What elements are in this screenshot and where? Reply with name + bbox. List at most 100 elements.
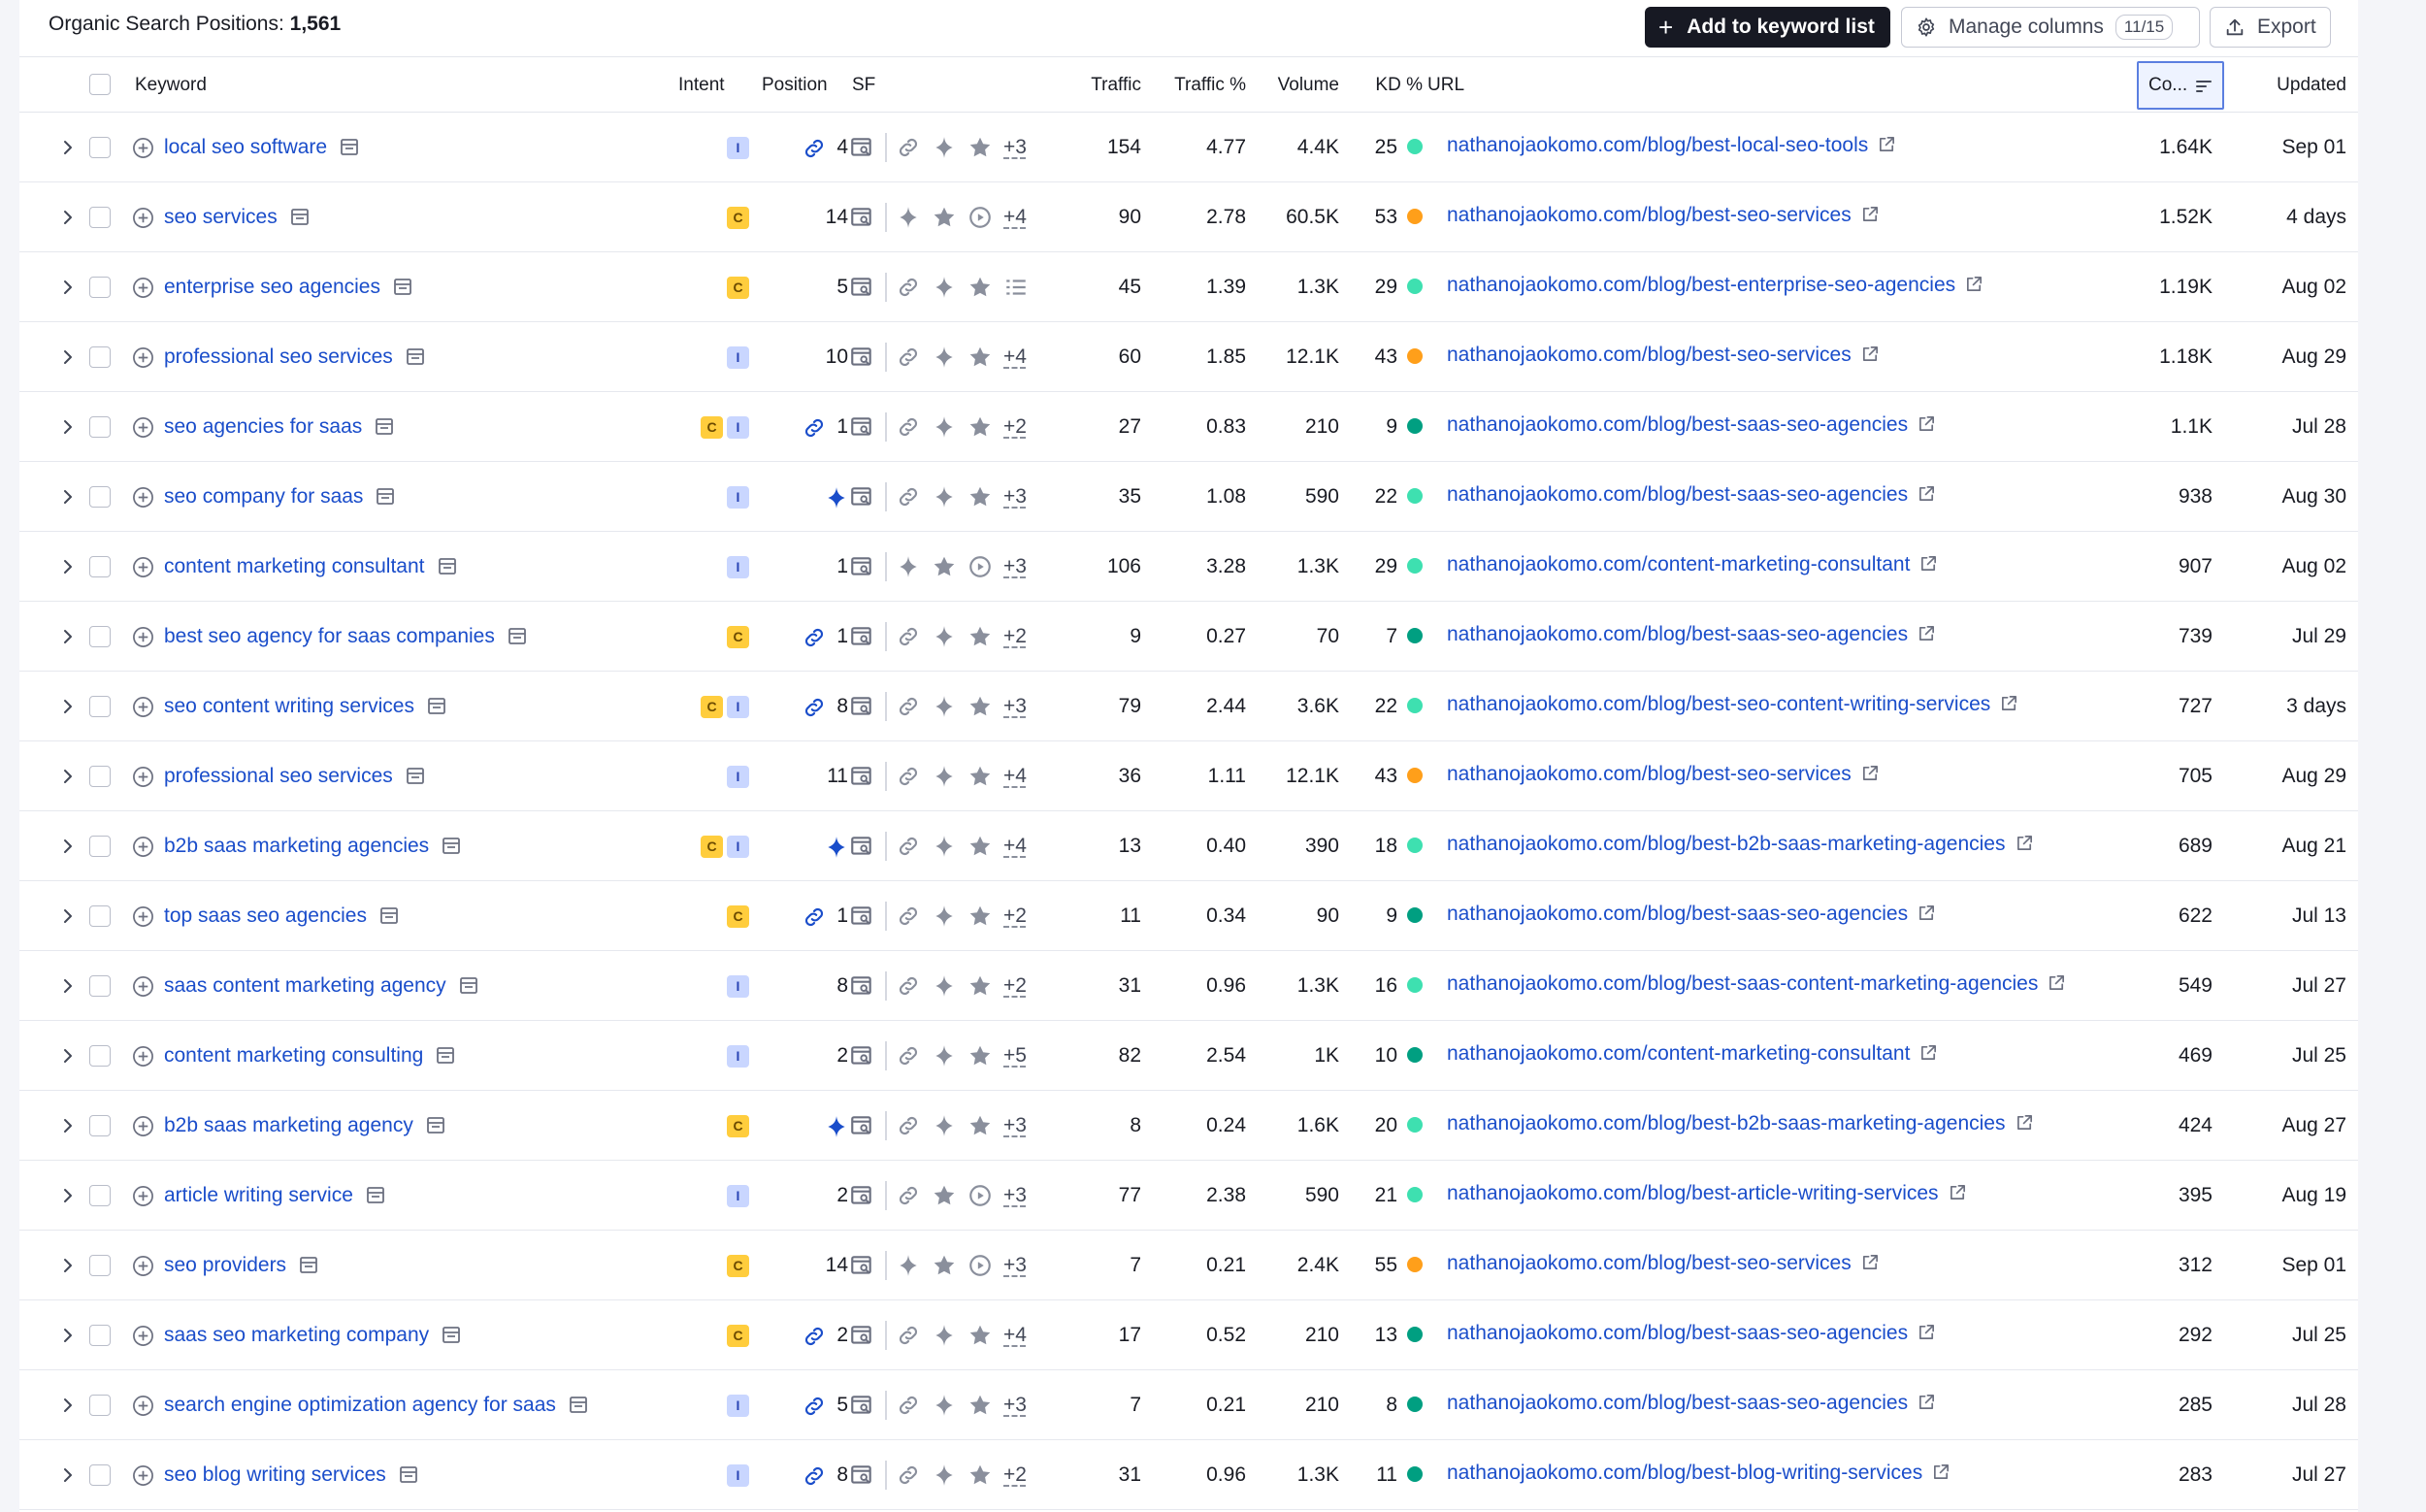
add-circle-icon[interactable] [132,1464,154,1487]
chevron-right-icon[interactable] [58,278,78,297]
chevron-right-icon[interactable] [58,487,78,507]
url-cell[interactable]: nathanojaokomo.com/blog/best-saas-seo-ag… [1447,1298,1936,1368]
sf-more-link[interactable]: +4 [1003,811,1027,881]
row-checkbox[interactable] [89,1185,111,1206]
url-link[interactable]: nathanojaokomo.com/blog/best-saas-seo-ag… [1447,483,1908,506]
sf-more-link[interactable]: +2 [1003,1440,1027,1510]
chevron-right-icon[interactable] [58,1396,78,1415]
table-row[interactable]: b2b saas marketing agencies C I +4 13 0.40 390… [19,811,2358,881]
col-volume[interactable]: Volume [1252,57,1339,114]
external-link-icon[interactable] [1861,205,1880,223]
col-intent[interactable]: Intent [678,57,725,114]
url-link[interactable]: nathanojaokomo.com/blog/best-saas-seo-ag… [1447,1322,1908,1344]
col-cost-sorted[interactable]: Co... [2137,61,2224,110]
keyword-link[interactable]: saas content marketing agency [164,974,446,997]
url-link[interactable]: nathanojaokomo.com/blog/best-seo-service… [1447,204,1852,226]
keyword-cell[interactable]: saas seo marketing company [164,1300,461,1370]
keyword-link[interactable]: enterprise seo agencies [164,276,380,298]
table-row[interactable]: seo company for saas I +3 35 1.08 590 22 nathan… [19,462,2358,532]
serp-preview-icon[interactable] [406,348,424,365]
chevron-right-icon[interactable] [58,837,78,856]
table-row[interactable]: seo providers C 14 +3 7 0.21 2.4K 55 nathanojaok… [19,1231,2358,1300]
row-checkbox[interactable] [89,1045,111,1067]
url-cell[interactable]: nathanojaokomo.com/blog/best-article-wri… [1447,1159,1967,1229]
chevron-right-icon[interactable] [58,347,78,367]
external-link-icon[interactable] [1861,345,1880,363]
url-link[interactable]: nathanojaokomo.com/blog/best-seo-service… [1447,1252,1852,1274]
add-circle-icon[interactable] [132,277,154,299]
url-cell[interactable]: nathanojaokomo.com/content-marketing-con… [1447,1019,1938,1089]
external-link-icon[interactable] [1918,1323,1936,1341]
keyword-cell[interactable]: seo company for saas [164,462,395,532]
serp-preview-icon[interactable] [380,907,398,924]
row-checkbox[interactable] [89,137,111,158]
row-checkbox[interactable] [89,1325,111,1346]
sf-more-link[interactable]: +3 [1003,672,1027,741]
keyword-cell[interactable]: seo providers [164,1231,317,1300]
external-link-icon[interactable] [1932,1463,1951,1481]
serp-preview-icon[interactable] [426,1117,444,1134]
col-updated[interactable]: Updated [2251,57,2346,114]
col-url[interactable]: URL [1427,57,1464,114]
add-to-keyword-list-button[interactable]: + Add to keyword list [1645,7,1890,48]
keyword-cell[interactable]: b2b saas marketing agency [164,1091,444,1161]
url-link[interactable]: nathanojaokomo.com/blog/best-saas-seo-ag… [1447,903,1908,925]
url-cell[interactable]: nathanojaokomo.com/blog/best-enterprise-… [1447,250,1983,320]
chevron-right-icon[interactable] [58,976,78,996]
url-link[interactable]: nathanojaokomo.com/blog/best-b2b-saas-ma… [1447,1112,2006,1134]
sf-more-link[interactable]: +4 [1003,182,1027,252]
add-circle-icon[interactable] [132,1115,154,1137]
chevron-right-icon[interactable] [58,1046,78,1066]
chevron-right-icon[interactable] [58,1186,78,1205]
keyword-link[interactable]: seo providers [164,1254,286,1276]
table-row[interactable]: seo blog writing services I 8 +2 31 0.96 1.3K 1… [19,1440,2358,1510]
keyword-cell[interactable]: content marketing consulting [164,1021,455,1091]
keyword-link[interactable]: seo content writing services [164,695,414,717]
external-link-icon[interactable] [1918,904,1936,922]
chevron-right-icon[interactable] [58,557,78,576]
sf-more-link[interactable]: +4 [1003,1300,1027,1370]
keyword-cell[interactable]: enterprise seo agencies [164,252,411,322]
row-checkbox[interactable] [89,1255,111,1276]
add-circle-icon[interactable] [132,696,154,718]
url-link[interactable]: nathanojaokomo.com/content-marketing-con… [1447,1042,1910,1065]
keyword-cell[interactable]: top saas seo agencies [164,881,398,951]
keyword-link[interactable]: seo blog writing services [164,1463,386,1486]
export-button[interactable]: Export [2210,7,2331,48]
external-link-icon[interactable] [2048,973,2066,992]
table-row[interactable]: top saas seo agencies C 1 +2 11 0.34 90 9 nathan… [19,881,2358,951]
url-cell[interactable]: nathanojaokomo.com/blog/best-saas-seo-ag… [1447,1368,1936,1438]
external-link-icon[interactable] [1861,764,1880,782]
url-link[interactable]: nathanojaokomo.com/blog/best-saas-conten… [1447,972,2038,995]
sf-more-link[interactable]: +3 [1003,113,1027,182]
serp-preview-icon[interactable] [341,139,358,155]
table-row[interactable]: seo services C 14 +4 90 2.78 60.5K 53 nathanojao… [19,182,2358,252]
external-link-icon[interactable] [1861,1253,1880,1271]
url-link[interactable]: nathanojaokomo.com/blog/best-local-seo-t… [1447,134,1868,156]
url-link[interactable]: nathanojaokomo.com/blog/best-enterprise-… [1447,274,1955,296]
url-link[interactable]: nathanojaokomo.com/blog/best-seo-service… [1447,344,1852,366]
keyword-link[interactable]: article writing service [164,1184,353,1206]
table-row[interactable]: seo agencies for saas C I 1 +2 27 0.83 210 9 nath… [19,392,2358,462]
add-circle-icon[interactable] [132,207,154,229]
add-circle-icon[interactable] [132,1325,154,1347]
sf-more-link[interactable]: +5 [1003,1021,1027,1091]
chevron-right-icon[interactable] [58,627,78,646]
table-row[interactable]: local seo software I 4 +3 154 4.77 4.4K 25 natha… [19,113,2358,182]
keyword-cell[interactable]: seo agencies for saas [164,392,394,462]
row-checkbox[interactable] [89,277,111,298]
table-row[interactable]: saas content marketing agency I 8 +2 31 0.96 1… [19,951,2358,1021]
sf-more-link[interactable]: +3 [1003,1091,1027,1161]
serp-preview-icon[interactable] [376,418,394,435]
serp-preview-icon[interactable] [399,1466,417,1483]
sf-more-link[interactable]: +3 [1003,1231,1027,1300]
table-row[interactable]: article writing service I 2 +3 77 2.38 590 21 na… [19,1161,2358,1231]
row-checkbox[interactable] [89,836,111,857]
url-cell[interactable]: nathanojaokomo.com/blog/best-local-seo-t… [1447,111,1896,181]
keyword-cell[interactable]: saas content marketing agency [164,951,477,1021]
url-cell[interactable]: nathanojaokomo.com/blog/best-saas-seo-ag… [1447,879,1936,949]
url-link[interactable]: nathanojaokomo.com/blog/best-article-wri… [1447,1182,1939,1204]
keyword-cell[interactable]: seo services [164,182,309,252]
add-circle-icon[interactable] [132,626,154,648]
col-keyword[interactable]: Keyword [135,57,207,114]
